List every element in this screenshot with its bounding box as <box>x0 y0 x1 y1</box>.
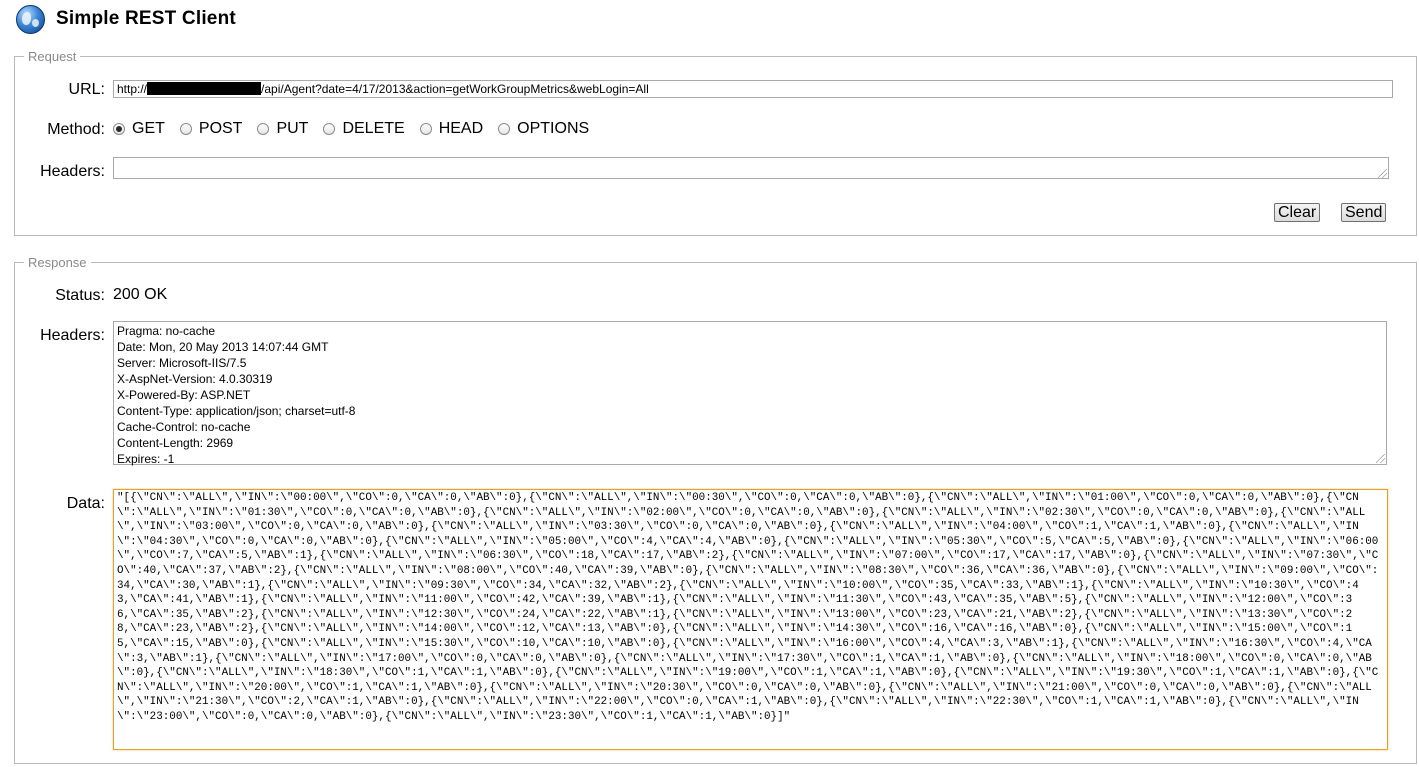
method-option-post[interactable]: POST <box>179 120 243 138</box>
response-header-line: Content-Length: 2969 <box>117 436 234 450</box>
radio-post[interactable] <box>179 123 192 135</box>
response-header-line: X-Powered-By: ASP.NET <box>117 388 251 402</box>
radio-head[interactable] <box>419 123 432 135</box>
response-fieldset: Response Status: 200 OK Headers: Pragma:… <box>14 255 1417 764</box>
response-headers-resize-handle[interactable] <box>1376 454 1385 463</box>
request-legend: Request <box>24 49 81 64</box>
method-label-get: GET <box>132 120 165 137</box>
response-headers-label: Headers: <box>40 327 105 344</box>
radio-delete[interactable] <box>323 123 336 135</box>
response-header-line: Cache-Control: no-cache <box>117 420 251 434</box>
globe-icon <box>16 4 45 34</box>
status-label: Status: <box>55 287 105 304</box>
response-header-line: Expires: -1 <box>117 452 175 466</box>
clear-button[interactable]: Clear <box>1274 203 1321 222</box>
response-header-line: Date: Mon, 20 May 2013 14:07:44 GMT <box>117 340 329 354</box>
response-header-line: Pragma: no-cache <box>117 324 216 338</box>
response-header-line: X-AspNet-Version: 4.0.30319 <box>117 372 273 386</box>
url-label: URL: <box>68 81 105 98</box>
data-label: Data: <box>66 495 105 512</box>
response-legend: Response <box>24 255 91 270</box>
response-data-text: "[{\"CN\":\"ALL\",\"IN\":\"00:00\",\"CO\… <box>117 492 1379 723</box>
response-headers-textarea[interactable]: Pragma: no-cache Date: Mon, 20 May 2013 … <box>113 321 1387 466</box>
method-option-delete[interactable]: DELETE <box>323 120 405 138</box>
radio-put[interactable] <box>257 123 270 135</box>
send-button[interactable]: Send <box>1341 203 1387 222</box>
request-headers-textarea[interactable] <box>113 157 1389 179</box>
method-label-delete: DELETE <box>342 120 405 137</box>
url-input[interactable]: http:// /api/Agent?date=4/17/2013&action=… <box>113 80 1393 98</box>
simple-rest-client-page: Simple REST Client Request URL: http:// /… <box>0 0 1419 767</box>
redacted-host <box>147 82 262 95</box>
method-option-head[interactable]: HEAD <box>419 120 484 138</box>
method-radio-group: GET POST PUT DELETE HEAD OPTIONS <box>113 120 604 138</box>
method-label-post: POST <box>198 120 243 137</box>
response-header-line: Server: Microsoft-IIS/7.5 <box>117 356 247 370</box>
method-option-put[interactable]: PUT <box>257 120 308 138</box>
method-label: Method: <box>47 121 105 138</box>
method-label-put: PUT <box>276 120 309 137</box>
request-fieldset: Request URL: http:// /api/Agent?date=4/17… <box>14 49 1417 236</box>
response-header-line: Content-Type: application/json; charset=… <box>117 404 356 418</box>
title-bar: Simple REST Client <box>16 4 236 34</box>
response-data-textarea[interactable]: "[{\"CN\":\"ALL\",\"IN\":\"00:00\",\"CO\… <box>113 489 1388 750</box>
method-option-options[interactable]: OPTIONS <box>498 120 589 138</box>
url-prefix: http:// <box>117 82 148 96</box>
request-headers-label: Headers: <box>40 163 105 180</box>
method-label-options: OPTIONS <box>517 120 590 137</box>
url-suffix: /api/Agent?date=4/17/2013&action=getWork… <box>261 82 649 96</box>
method-option-get[interactable]: GET <box>113 120 165 138</box>
method-label-head: HEAD <box>438 120 484 137</box>
status-value: 200 OK <box>113 286 168 303</box>
radio-options[interactable] <box>498 123 511 135</box>
request-headers-resize-handle[interactable] <box>1378 169 1387 178</box>
radio-get[interactable] <box>113 123 125 135</box>
app-title: Simple REST Client <box>56 8 236 29</box>
